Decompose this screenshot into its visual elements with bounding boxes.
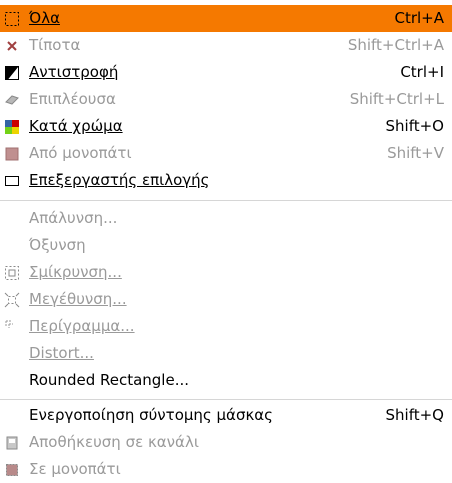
menu-item-invert[interactable]: Αντιστροφή Ctrl+I: [0, 59, 452, 86]
menu-item-from-path[interactable]: Από μονοπάτι Shift+V: [0, 140, 452, 167]
menu-item-label: Τίποτα: [29, 36, 81, 54]
select-none-icon: [4, 38, 20, 54]
menu-separator: [0, 200, 452, 201]
menu-item-label: Αντιστροφή: [29, 63, 119, 81]
menu-item-accel: Shift+Q: [385, 406, 444, 424]
menu-item-label: Rounded Rectangle...: [29, 371, 190, 389]
menu-item-label: Σμίκρυνση...: [29, 263, 122, 281]
menu-item-label: Απάλυνση...: [29, 209, 118, 227]
select-menu: Όλα Ctrl+A Τίποτα Shift+Ctrl+A Αντιστροφ…: [0, 0, 452, 479]
shrink-icon: [4, 265, 20, 281]
menu-item-label: Από μονοπάτι: [29, 144, 132, 162]
menu-item-label: Περίγραμμα...: [29, 317, 135, 335]
menu-item-accel: Shift+Ctrl+L: [349, 90, 444, 108]
menu-item-border[interactable]: Περίγραμμα...: [0, 313, 452, 340]
to-path-icon: [4, 462, 20, 478]
menu-item-label: Κατά χρώμα: [29, 117, 123, 135]
menu-item-sharpen[interactable]: Όξυνση: [0, 232, 452, 259]
selection-editor-icon: [4, 173, 20, 189]
menu-item-label: Ενεργοποίηση σύντομης μάσκας: [29, 406, 273, 424]
menu-item-label: Επιπλέουσα: [29, 90, 116, 108]
menu-item-grow[interactable]: Μεγέθυνση...: [0, 286, 452, 313]
menu-item-distort[interactable]: Distort...: [0, 340, 452, 367]
menu-item-accel: Shift+V: [387, 144, 444, 162]
menu-item-label: Όλα: [29, 9, 60, 27]
invert-selection-icon: [4, 65, 20, 81]
menu-item-accel: Ctrl+I: [400, 63, 444, 81]
border-icon: [4, 319, 20, 335]
menu-item-float[interactable]: Επιπλέουσα Shift+Ctrl+L: [0, 86, 452, 113]
from-path-icon: [4, 146, 20, 162]
menu-item-label: Όξυνση: [29, 236, 86, 254]
menu-item-save-to-channel[interactable]: Αποθήκευση σε κανάλι: [0, 429, 452, 456]
menu-separator: [0, 399, 452, 400]
menu-item-label: Αποθήκευση σε κανάλι: [29, 433, 199, 451]
menu-item-accel: Ctrl+A: [394, 9, 444, 27]
menu-item-label: Μεγέθυνση...: [29, 290, 127, 308]
menu-item-rounded-rectangle[interactable]: Rounded Rectangle...: [0, 367, 452, 394]
menu-item-select-all[interactable]: Όλα Ctrl+A: [0, 5, 452, 32]
float-selection-icon: [4, 92, 20, 108]
select-all-icon: [4, 11, 20, 27]
menu-item-accel: Shift+O: [385, 117, 444, 135]
menu-item-accel: Shift+Ctrl+A: [347, 36, 444, 54]
menu-item-shrink[interactable]: Σμίκρυνση...: [0, 259, 452, 286]
menu-item-label: Σε μονοπάτι: [29, 460, 121, 478]
menu-item-feather[interactable]: Απάλυνση...: [0, 205, 452, 232]
menu-item-select-none[interactable]: Τίποτα Shift+Ctrl+A: [0, 32, 452, 59]
menu-item-label: Distort...: [29, 344, 94, 362]
menu-item-selection-editor[interactable]: Επεξεργαστής επιλογής: [0, 167, 452, 194]
save-to-channel-icon: [4, 435, 20, 451]
select-by-color-icon: [4, 119, 20, 135]
menu-item-by-color[interactable]: Κατά χρώμα Shift+O: [0, 113, 452, 140]
menu-item-toggle-quick-mask[interactable]: Ενεργοποίηση σύντομης μάσκας Shift+Q: [0, 402, 452, 429]
menu-item-label: Επεξεργαστής επιλογής: [29, 171, 210, 189]
grow-icon: [4, 292, 20, 308]
